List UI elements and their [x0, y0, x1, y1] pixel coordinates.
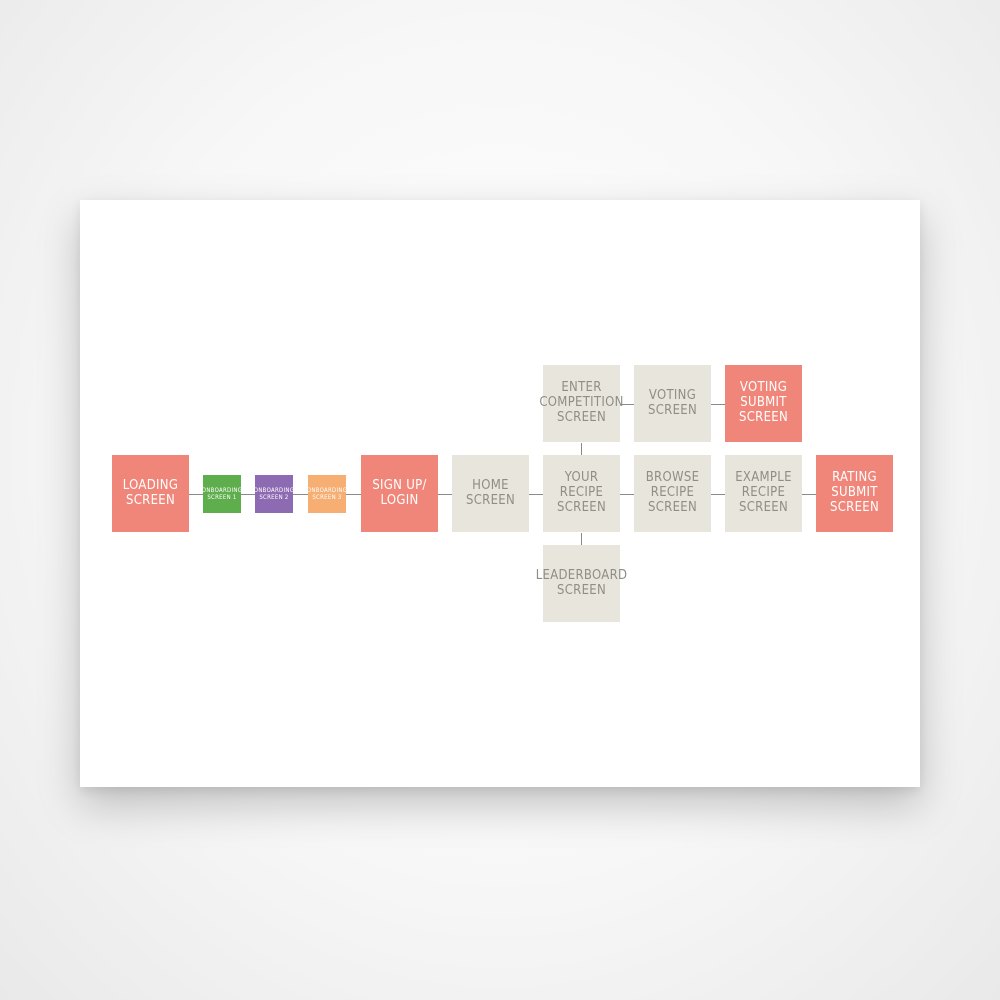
node-loading-screen[interactable]: LOADING SCREEN — [112, 455, 189, 532]
node-signup-login[interactable]: SIGN UP/ LOGIN — [361, 455, 438, 532]
connector-home-yourrecipe — [529, 494, 543, 495]
connector-browse-example — [711, 494, 725, 495]
node-browse-recipe-screen[interactable]: BROWSE RECIPE SCREEN — [634, 455, 711, 532]
connector-onboarding2-onboarding3 — [293, 494, 308, 495]
connector-onboarding3-signup — [346, 494, 361, 495]
connector-yourrecipe-browse — [620, 494, 634, 495]
node-example-recipe-screen[interactable]: EXAMPLE RECIPE SCREEN — [725, 455, 802, 532]
node-onboarding-screen-3[interactable]: ONBOARDING SCREEN 3 — [307, 475, 347, 513]
node-onboarding-screen-2[interactable]: ONBOARDING SCREEN 2 — [254, 475, 294, 513]
connector-voting-votingsubmit — [711, 404, 725, 405]
node-onboarding-screen-1[interactable]: ONBOARDING SCREEN 1 — [202, 475, 242, 513]
connector-example-rating — [802, 494, 816, 495]
flowchart-card: LOADING SCREEN ONBOARDING SCREEN 1 ONBOA… — [80, 200, 920, 787]
node-leaderboard-screen[interactable]: LEADERBOARD SCREEN — [536, 545, 627, 622]
node-voting-screen[interactable]: VOTING SCREEN — [634, 365, 711, 442]
node-your-recipe-screen[interactable]: YOUR RECIPE SCREEN — [543, 455, 620, 532]
connector-signup-home — [438, 494, 452, 495]
node-home-screen[interactable]: HOME SCREEN — [452, 455, 529, 532]
connector-yourrecipe-leaderboard — [581, 533, 582, 545]
node-enter-competition-screen[interactable]: ENTER COMPETITION SCREEN — [539, 365, 623, 442]
node-rating-submit-screen[interactable]: RATING SUBMIT SCREEN — [816, 455, 893, 532]
node-voting-submit-screen[interactable]: VOTING SUBMIT SCREEN — [725, 365, 802, 442]
